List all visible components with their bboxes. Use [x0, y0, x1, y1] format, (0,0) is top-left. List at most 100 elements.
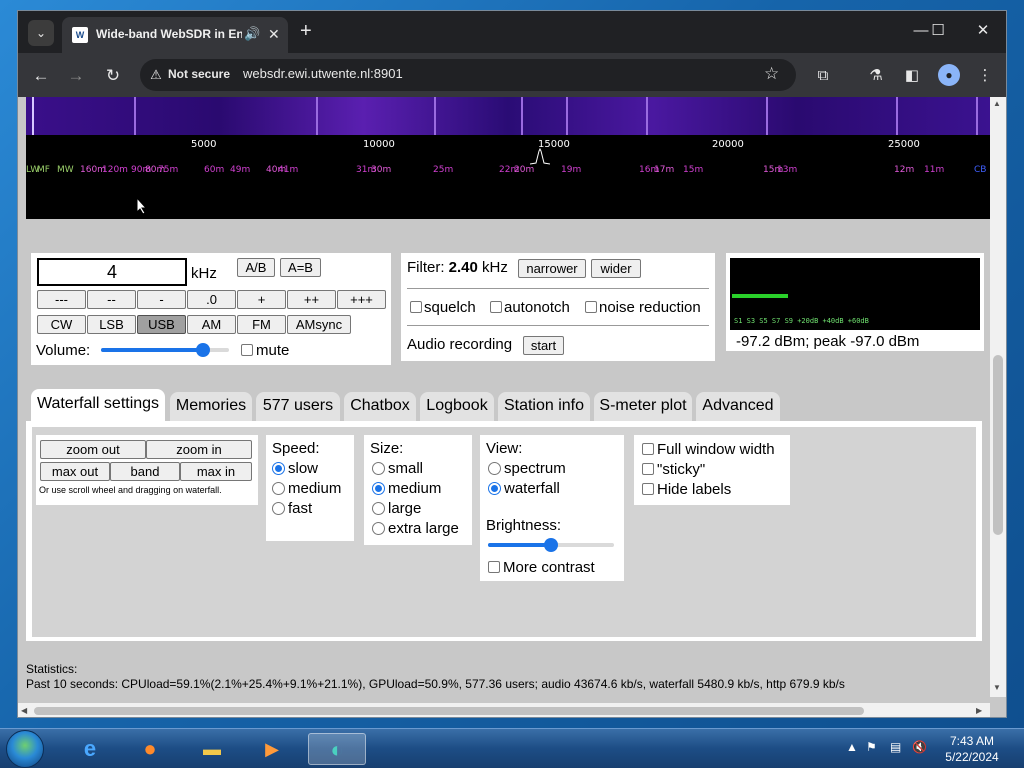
full-window-width-checkbox[interactable] [642, 443, 654, 455]
view-spectrum-label[interactable]: spectrum [504, 460, 566, 477]
tab-s-meter-plot[interactable]: S-meter plot [594, 392, 692, 421]
address-bar[interactable]: ⚠ Not secure websdr.ewi.utwente.nl:8901 … [140, 59, 796, 91]
size-medium-label[interactable]: medium [388, 480, 441, 497]
band-label[interactable]: 25m [433, 165, 453, 175]
horizontal-scrollbar[interactable]: ◀ ▶ [18, 703, 990, 717]
view-waterfall-radio[interactable] [488, 482, 501, 495]
band-label[interactable]: 15m [683, 165, 703, 175]
tab-chatbox[interactable]: Chatbox [344, 392, 416, 421]
edge-browser-icon[interactable]: ◐ [308, 733, 366, 765]
band-label[interactable]: MF [37, 165, 50, 175]
wider-button[interactable]: wider [591, 259, 641, 278]
mute-label[interactable]: mute [256, 342, 289, 359]
new-tab-button[interactable]: + [300, 21, 312, 41]
scroll-right-icon[interactable]: ▶ [976, 706, 982, 715]
size-extra-large-label[interactable]: extra large [388, 520, 459, 537]
tab-waterfall-settings[interactable]: Waterfall settings [31, 389, 165, 421]
vertical-scroll-thumb[interactable] [993, 355, 1003, 535]
speaker-icon[interactable]: 🔊 [244, 26, 260, 42]
round-button[interactable]: .0 [187, 290, 236, 309]
step-up-2-button[interactable]: ++ [287, 290, 336, 309]
band-label[interactable]: 12m [894, 165, 914, 175]
size-large-radio[interactable] [372, 502, 385, 515]
media-player-icon[interactable]: ▶ [252, 733, 292, 765]
volume-slider-fill[interactable] [101, 348, 204, 352]
noise-reduction-checkbox[interactable] [585, 301, 597, 313]
size-large-label[interactable]: large [388, 500, 421, 517]
band-label[interactable]: 20m [514, 165, 534, 175]
tab-memories[interactable]: Memories [170, 392, 252, 421]
max-in-button[interactable]: max in [180, 462, 252, 481]
step-up-1-button[interactable]: + [237, 290, 286, 309]
band-button[interactable]: band [110, 462, 180, 481]
step-down-1-button[interactable]: - [137, 290, 186, 309]
mode-usb-button[interactable]: USB [137, 315, 186, 334]
show-hidden-icons-icon[interactable]: ▲ [846, 740, 858, 754]
speed-slow-radio[interactable] [272, 462, 285, 475]
side-panel-icon[interactable]: ◧ [900, 64, 924, 88]
band-label[interactable]: 11m [924, 165, 944, 175]
step-down-2-button[interactable]: -- [87, 290, 136, 309]
close-window-button[interactable]: ✕ [968, 19, 998, 43]
zoom-out-button[interactable]: zoom out [40, 440, 146, 459]
a-equals-b-button[interactable]: A=B [280, 258, 321, 277]
passband-marker[interactable] [530, 147, 550, 165]
tab-station-info[interactable]: Station info [498, 392, 590, 421]
tab-logbook[interactable]: Logbook [420, 392, 494, 421]
file-explorer-icon[interactable]: ▬ [192, 733, 232, 765]
autonotch-label[interactable]: autonotch [504, 299, 570, 316]
step-down-3-button[interactable]: --- [37, 290, 86, 309]
start-recording-button[interactable]: start [523, 336, 564, 355]
max-out-button[interactable]: max out [40, 462, 110, 481]
view-spectrum-radio[interactable] [488, 462, 501, 475]
band-label[interactable]: 120m [102, 165, 128, 175]
step-up-3-button[interactable]: +++ [337, 290, 386, 309]
speed-fast-radio[interactable] [272, 502, 285, 515]
more-contrast-checkbox[interactable] [488, 561, 500, 573]
speed-medium-radio[interactable] [272, 482, 285, 495]
speed-medium-label[interactable]: medium [288, 480, 341, 497]
tab-search-button[interactable]: ⌄ [28, 20, 54, 46]
ab-button[interactable]: A/B [237, 258, 275, 277]
sticky-label[interactable]: "sticky" [657, 461, 705, 478]
band-label[interactable]: 17m [654, 165, 674, 175]
band-label[interactable]: 13m [777, 165, 797, 175]
band-label[interactable]: CB [974, 165, 986, 175]
profile-avatar[interactable]: ● [938, 64, 960, 86]
network-icon[interactable]: ▤ [890, 740, 901, 754]
mode-amsync-button[interactable]: AMsync [287, 315, 351, 334]
mode-am-button[interactable]: AM [187, 315, 236, 334]
internet-explorer-icon[interactable]: e [70, 733, 110, 765]
size-small-label[interactable]: small [388, 460, 423, 477]
brightness-slider-fill[interactable] [488, 543, 551, 547]
scroll-down-icon[interactable]: ▼ [993, 683, 1001, 692]
size-small-radio[interactable] [372, 462, 385, 475]
close-icon[interactable]: ✕ [268, 26, 280, 43]
scroll-up-icon[interactable]: ▲ [993, 99, 1001, 108]
frequency-input[interactable]: 4 [37, 258, 187, 286]
size-extra-large-radio[interactable] [372, 522, 385, 535]
autonotch-checkbox[interactable] [490, 301, 502, 313]
frequency-scale[interactable]: 5000 10000 15000 20000 25000 LW MF MW 16… [26, 135, 990, 219]
hide-labels-checkbox[interactable] [642, 483, 654, 495]
squelch-label[interactable]: squelch [424, 299, 476, 316]
more-contrast-label[interactable]: More contrast [503, 559, 595, 576]
firefox-icon[interactable]: ● [130, 733, 170, 765]
full-window-width-label[interactable]: Full window width [657, 441, 775, 458]
speed-slow-label[interactable]: slow [288, 460, 318, 477]
scroll-left-icon[interactable]: ◀ [21, 706, 27, 715]
flag-icon[interactable]: ⚑ [866, 740, 877, 754]
vertical-scrollbar[interactable]: ▲ ▼ [990, 97, 1006, 697]
forward-button[interactable]: → [64, 64, 88, 88]
system-clock[interactable]: 7:43 AM 5/22/2024 [932, 733, 1012, 765]
menu-kebab-icon[interactable]: ⋮ [973, 64, 997, 88]
extensions-icon[interactable]: ⧉ [811, 64, 835, 88]
noise-reduction-label[interactable]: noise reduction [599, 299, 701, 316]
maximize-button[interactable]: ☐ [923, 19, 953, 43]
tab-advanced[interactable]: Advanced [696, 392, 780, 421]
horizontal-scroll-thumb[interactable] [34, 707, 864, 715]
sticky-checkbox[interactable] [642, 463, 654, 475]
back-button[interactable]: ← [29, 64, 53, 88]
view-waterfall-label[interactable]: waterfall [504, 480, 560, 497]
security-indicator[interactable]: Not secure [168, 67, 230, 81]
